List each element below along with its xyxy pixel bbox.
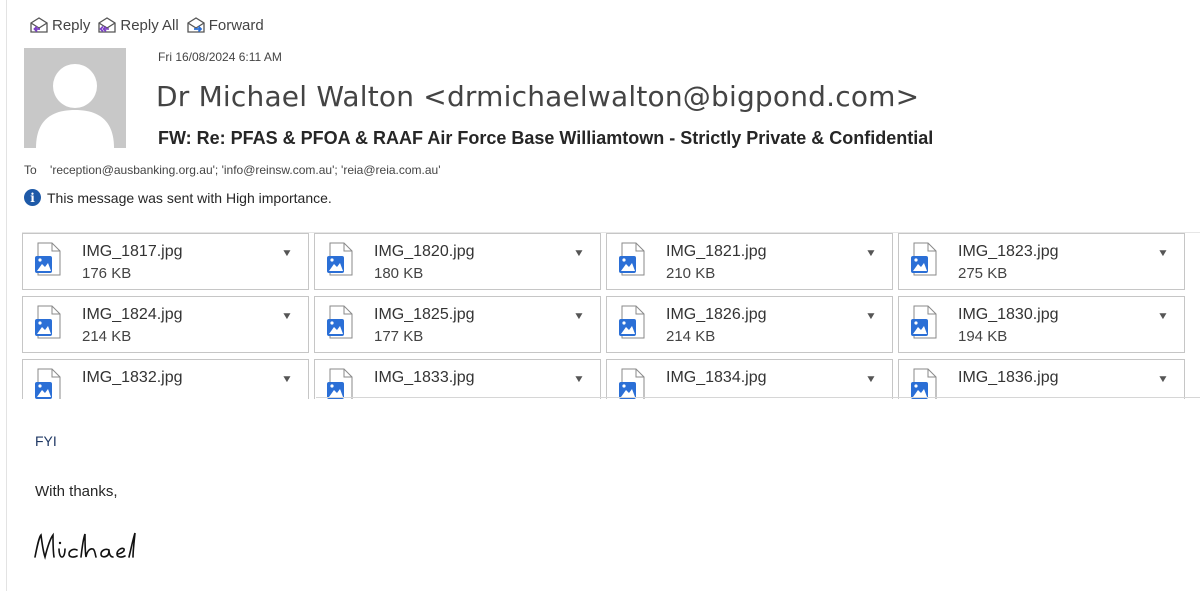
chevron-down-icon[interactable]: ▼	[1157, 374, 1169, 385]
sender-avatar	[24, 48, 126, 148]
attachment-tile[interactable]: IMG_1823.jpg 275 KB ▼	[898, 233, 1185, 290]
image-file-icon	[911, 242, 937, 276]
sent-date: Fri 16/08/2024 6:11 AM	[158, 50, 282, 64]
chevron-down-icon[interactable]: ▼	[281, 248, 293, 259]
chevron-down-icon[interactable]: ▼	[573, 248, 585, 259]
chevron-down-icon[interactable]: ▼	[1157, 311, 1169, 322]
attachment-size: 177 KB	[374, 328, 424, 345]
attachment-tile[interactable]: IMG_1826.jpg 214 KB ▼	[606, 296, 893, 353]
image-file-icon	[327, 368, 353, 399]
attachment-name: IMG_1836.jpg	[958, 369, 1059, 386]
attachment-name: IMG_1833.jpg	[374, 369, 475, 386]
attachment-tile[interactable]: IMG_1817.jpg 176 KB ▼	[22, 233, 309, 290]
attachment-size: 214 KB	[666, 328, 716, 345]
message-subject: FW: Re: PFAS & PFOA & RAAF Air Force Bas…	[158, 128, 934, 148]
image-file-icon	[35, 305, 61, 339]
person-placeholder-icon	[24, 48, 126, 148]
attachment-name: IMG_1825.jpg	[374, 306, 475, 323]
attachment-tile[interactable]: IMG_1832.jpg ▼	[22, 359, 309, 399]
chevron-down-icon[interactable]: ▼	[573, 374, 585, 385]
left-divider	[6, 0, 7, 591]
importance-banner: i This message was sent with High import…	[24, 189, 332, 206]
attachment-name: IMG_1832.jpg	[82, 369, 183, 386]
image-file-icon	[911, 305, 937, 339]
attachment-tile[interactable]: IMG_1824.jpg 214 KB ▼	[22, 296, 309, 353]
chevron-down-icon[interactable]: ▼	[1157, 248, 1169, 259]
message-toolbar: Reply Reply All Forward	[28, 12, 270, 38]
attachment-name: IMG_1826.jpg	[666, 306, 767, 323]
recipients-row: To 'reception@ausbanking.org.au'; 'info@…	[24, 163, 441, 177]
attachments-grid: IMG_1817.jpg 176 KB ▼ IMG_1820.jpg 180 KB ▼ IM…	[22, 233, 1185, 399]
reply-icon	[30, 17, 48, 33]
attachment-tile[interactable]: IMG_1820.jpg 180 KB ▼	[314, 233, 601, 290]
attachment-tile[interactable]: IMG_1825.jpg 177 KB ▼	[314, 296, 601, 353]
attachment-size: 180 KB	[374, 265, 424, 282]
attachment-tile[interactable]: IMG_1833.jpg ▼	[314, 359, 601, 399]
chevron-down-icon[interactable]: ▼	[573, 311, 585, 322]
attachment-tile[interactable]: IMG_1821.jpg 210 KB ▼	[606, 233, 893, 290]
image-file-icon	[619, 242, 645, 276]
chevron-down-icon[interactable]: ▼	[865, 374, 877, 385]
attachment-name: IMG_1821.jpg	[666, 243, 767, 260]
attachment-size: 275 KB	[958, 265, 1008, 282]
sender-name[interactable]: Dr Michael Walton <drmichaelwalton@bigpo…	[156, 80, 919, 113]
attachment-name: IMG_1834.jpg	[666, 369, 767, 386]
image-file-icon	[35, 242, 61, 276]
attachment-name: IMG_1823.jpg	[958, 243, 1059, 260]
to-recipients[interactable]: 'reception@ausbanking.org.au'; 'info@rei…	[50, 163, 441, 177]
attachments-well: IMG_1817.jpg 176 KB ▼ IMG_1820.jpg 180 KB ▼ IM…	[22, 232, 1200, 399]
handwritten-signature	[34, 532, 136, 560]
attachment-size: 176 KB	[82, 265, 132, 282]
chevron-down-icon[interactable]: ▼	[865, 248, 877, 259]
reply-all-label: Reply All	[120, 16, 179, 34]
chevron-down-icon[interactable]: ▼	[865, 311, 877, 322]
attachment-name: IMG_1820.jpg	[374, 243, 475, 260]
to-label: To	[24, 163, 37, 177]
attachment-tile[interactable]: IMG_1836.jpg ▼	[898, 359, 1185, 399]
attachment-tile[interactable]: IMG_1834.jpg ▼	[606, 359, 893, 399]
reply-label: Reply	[52, 16, 91, 34]
reply-all-icon	[98, 17, 117, 33]
body-thanks: With thanks,	[35, 483, 118, 500]
image-file-icon	[327, 242, 353, 276]
image-file-icon	[327, 305, 353, 339]
importance-text: This message was sent with High importan…	[47, 189, 332, 206]
image-file-icon	[35, 368, 61, 399]
image-file-icon	[911, 368, 937, 399]
forward-icon	[187, 17, 205, 33]
forward-label: Forward	[208, 16, 264, 34]
chevron-down-icon[interactable]: ▼	[281, 311, 293, 322]
attachment-name: IMG_1817.jpg	[82, 243, 183, 260]
reply-button[interactable]: Reply	[28, 16, 90, 34]
reply-all-button[interactable]: Reply All	[96, 16, 179, 34]
attachment-name: IMG_1824.jpg	[82, 306, 183, 323]
attachments-divider	[316, 397, 1200, 398]
body-fyi: FYI	[35, 433, 57, 449]
attachment-size: 194 KB	[958, 328, 1008, 345]
attachment-tile[interactable]: IMG_1830.jpg 194 KB ▼	[898, 296, 1185, 353]
attachment-size: 210 KB	[666, 265, 716, 282]
image-file-icon	[619, 305, 645, 339]
chevron-down-icon[interactable]: ▼	[281, 374, 293, 385]
image-file-icon	[619, 368, 645, 399]
attachment-size: 214 KB	[82, 328, 132, 345]
info-icon: i	[24, 189, 41, 206]
attachment-name: IMG_1830.jpg	[958, 306, 1059, 323]
forward-button[interactable]: Forward	[185, 16, 264, 34]
